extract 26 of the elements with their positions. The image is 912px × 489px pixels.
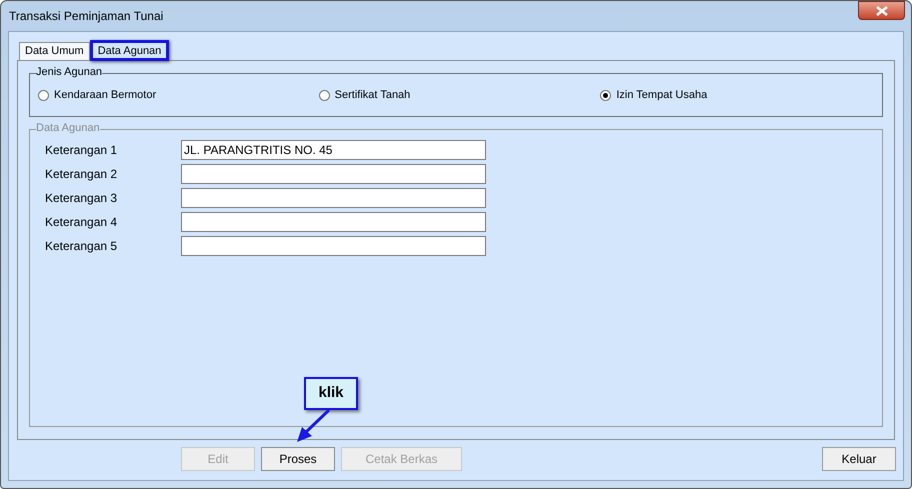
group-title: Jenis Agunan xyxy=(36,66,102,79)
exit-button[interactable]: Keluar xyxy=(822,447,896,471)
tab[interactable]: Data Agunan xyxy=(90,40,170,61)
field-label: Keterangan 3 xyxy=(45,190,118,207)
radio-button[interactable] xyxy=(600,90,612,100)
window-title: Transaksi Peminjaman Tunai xyxy=(8,8,164,25)
radio-label: Kendaraan Bermotor xyxy=(54,88,156,103)
input-field[interactable] xyxy=(181,188,486,208)
field-label: Keterangan 1 xyxy=(45,142,118,159)
radio-label: Izin Tempat Usaha xyxy=(616,88,708,103)
group-title: Data Agunan xyxy=(36,122,100,135)
close-button[interactable] xyxy=(858,1,905,20)
tab[interactable]: Data Umum xyxy=(19,42,90,60)
input-field[interactable] xyxy=(181,164,486,184)
field-label: Keterangan 5 xyxy=(45,238,118,255)
action-button[interactable]: Proses xyxy=(261,447,335,471)
input-field[interactable] xyxy=(181,212,486,232)
input-field[interactable]: JL. PARANGTRITIS NO. 45 xyxy=(181,140,486,160)
radio-button[interactable] xyxy=(38,90,49,100)
radio-label: Sertifikat Tanah xyxy=(334,88,410,103)
field-label: Keterangan 2 xyxy=(45,166,118,183)
radio-button[interactable] xyxy=(318,90,330,100)
input-field[interactable] xyxy=(181,236,486,256)
callout-box: klik xyxy=(304,377,358,410)
close-icon xyxy=(876,6,888,16)
field-label: Keterangan 4 xyxy=(45,214,118,231)
